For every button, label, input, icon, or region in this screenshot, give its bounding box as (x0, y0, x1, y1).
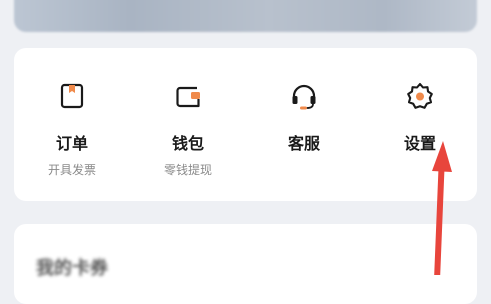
top-banner[interactable] (14, 0, 477, 32)
favorites-card: 我的卡券 (14, 224, 477, 304)
favorites-title: 我的卡券 (36, 258, 108, 279)
order-icon (57, 81, 87, 111)
function-label-order: 订单 (55, 134, 88, 153)
function-card: 订单 开具发票 钱包 零钱提现 客服 设置 (14, 48, 477, 201)
function-label-settings: 设置 (403, 134, 436, 153)
function-label-wallet: 钱包 (171, 134, 204, 153)
function-item-wallet[interactable]: 钱包 零钱提现 (130, 48, 246, 201)
gear-icon (405, 81, 435, 111)
headset-icon (289, 81, 319, 111)
function-sublabel-wallet: 零钱提现 (163, 163, 212, 177)
function-label-service: 客服 (287, 134, 320, 153)
function-sublabel-order: 开具发票 (47, 163, 96, 177)
function-item-service[interactable]: 客服 (246, 48, 362, 201)
function-item-order[interactable]: 订单 开具发票 (14, 48, 130, 201)
function-item-settings[interactable]: 设置 (362, 48, 478, 201)
wallet-icon (173, 81, 203, 111)
